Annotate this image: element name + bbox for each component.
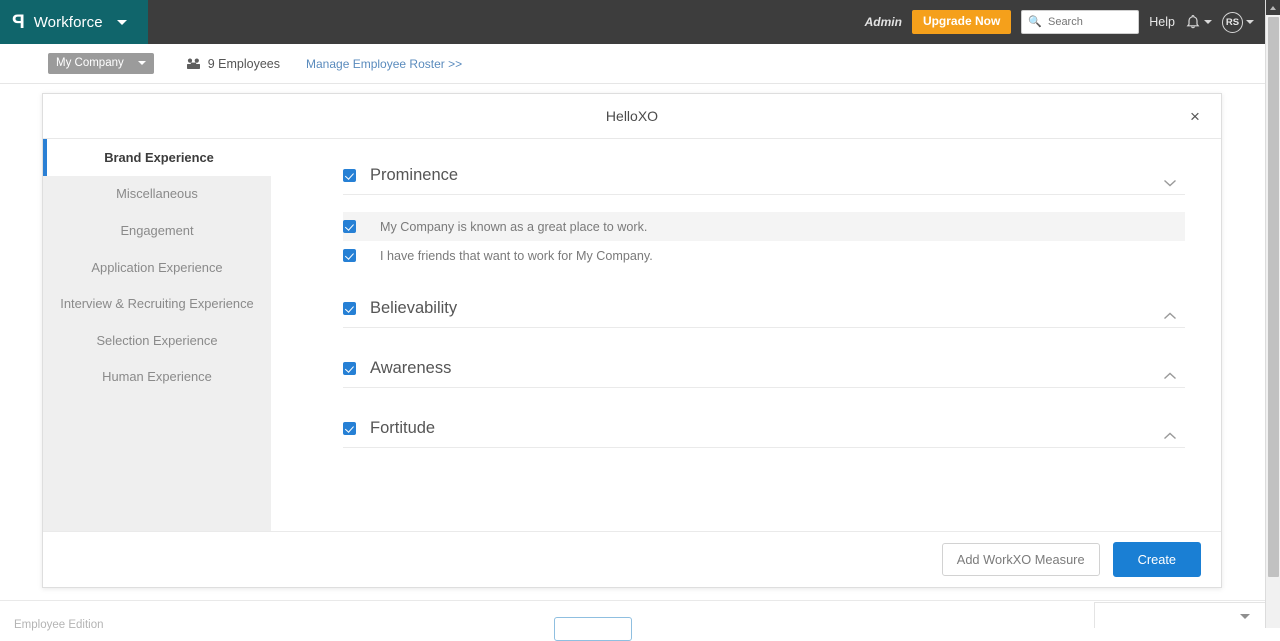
employee-count-label: 9 Employees — [208, 57, 280, 71]
sidebar-item-brand-experience[interactable]: Brand Experience — [43, 139, 271, 176]
measure-item-checkbox[interactable] — [343, 249, 356, 262]
brand-name-label: Workforce — [34, 14, 103, 31]
add-workxo-measure-button[interactable]: Add WorkXO Measure — [942, 543, 1100, 576]
measure-item[interactable]: I have friends that want to work for My … — [343, 241, 1185, 270]
chevron-down-icon — [117, 20, 127, 25]
user-account-menu[interactable]: RS — [1222, 12, 1254, 33]
page-scrollbar[interactable] — [1265, 0, 1280, 628]
modal-sidebar: Brand Experience Miscellaneous Engagemen… — [43, 139, 271, 531]
measure-group-items: My Company is known as a great place to … — [343, 195, 1185, 270]
measure-item-label: I have friends that want to work for My … — [380, 249, 653, 263]
top-nav-right-group: Admin Upgrade Now 🔍 Help RS — [865, 0, 1280, 44]
measure-group-checkbox[interactable] — [343, 362, 356, 375]
measure-group-prominence: Prominence My Company is known as a grea… — [343, 157, 1185, 286]
measure-group-header[interactable]: Awareness — [343, 350, 1185, 388]
sub-navigation-bar: My Company 9 Employees Manage Employee R… — [0, 44, 1280, 84]
measure-list: Prominence My Company is known as a grea… — [271, 139, 1221, 531]
brand-home-link[interactable]: P Workforce — [0, 0, 148, 44]
measure-group-header[interactable]: Fortitude — [343, 410, 1185, 448]
modal-footer: Add WorkXO Measure Create — [43, 531, 1221, 587]
sidebar-item-label: Interview & Recruiting Experience — [60, 296, 253, 311]
modal-body: Brand Experience Miscellaneous Engagemen… — [43, 139, 1221, 531]
sidebar-item-label: Human Experience — [102, 369, 212, 384]
measure-item-checkbox[interactable] — [343, 220, 356, 233]
avatar: RS — [1222, 12, 1243, 33]
chevron-up-icon[interactable] — [1163, 428, 1177, 442]
group-spacer — [343, 328, 1185, 346]
admin-label: Admin — [865, 15, 902, 29]
employees-icon — [186, 58, 201, 70]
chevron-down-icon — [1246, 20, 1254, 24]
measure-group-title: Awareness — [370, 359, 451, 378]
measure-group-checkbox[interactable] — [343, 302, 356, 315]
measure-item-label: My Company is known as a great place to … — [380, 220, 647, 234]
group-spacer — [343, 270, 1185, 286]
notifications-menu[interactable] — [1185, 14, 1212, 31]
chevron-up-icon[interactable] — [1163, 368, 1177, 382]
measure-group-title: Believability — [370, 299, 457, 318]
chevron-up-icon[interactable] — [1163, 308, 1177, 322]
chevron-down-icon[interactable] — [1240, 614, 1250, 619]
helloxo-modal: HelloXO × Brand Experience Miscellaneous… — [42, 93, 1222, 588]
scroll-up-arrow-icon[interactable] — [1266, 0, 1280, 15]
measure-item[interactable]: My Company is known as a great place to … — [343, 212, 1185, 241]
modal-title: HelloXO — [43, 108, 1221, 124]
measure-group-header[interactable]: Prominence — [343, 157, 1185, 195]
manage-employee-roster-link[interactable]: Manage Employee Roster >> — [306, 57, 462, 71]
group-spacer — [343, 388, 1185, 406]
edition-label: Employee Edition — [14, 619, 1234, 631]
bell-icon — [1185, 14, 1201, 31]
chevron-down-icon[interactable] — [1163, 175, 1177, 189]
search-input[interactable] — [1046, 15, 1138, 29]
sidebar-item-miscellaneous[interactable]: Miscellaneous — [43, 176, 271, 213]
measure-group-awareness: Awareness — [343, 350, 1185, 406]
sidebar-item-human-experience[interactable]: Human Experience — [43, 359, 271, 396]
measure-group-fortitude: Fortitude — [343, 410, 1185, 448]
measure-group-title: Prominence — [370, 166, 458, 185]
scrollbar-thumb[interactable] — [1268, 17, 1279, 577]
help-link[interactable]: Help — [1149, 15, 1175, 29]
sidebar-item-application-experience[interactable]: Application Experience — [43, 249, 271, 286]
chevron-down-icon — [1204, 20, 1212, 24]
sidebar-item-label: Brand Experience — [104, 150, 214, 165]
chevron-down-icon — [138, 61, 146, 65]
close-icon[interactable]: × — [1183, 104, 1207, 128]
company-selector[interactable]: My Company — [48, 53, 154, 74]
modal-header: HelloXO × — [43, 94, 1221, 139]
company-selector-label: My Company — [56, 57, 124, 69]
sidebar-item-selection-experience[interactable]: Selection Experience — [43, 322, 271, 359]
search-box[interactable]: 🔍 — [1021, 10, 1139, 34]
create-button[interactable]: Create — [1113, 542, 1201, 577]
search-icon: 🔍 — [1028, 17, 1042, 28]
workforce-logo-icon: P — [13, 13, 25, 32]
sidebar-item-label: Application Experience — [91, 260, 222, 275]
measure-group-checkbox[interactable] — [343, 422, 356, 435]
sidebar-item-label: Selection Experience — [96, 333, 217, 348]
upgrade-now-button[interactable]: Upgrade Now — [912, 10, 1011, 34]
sidebar-item-engagement[interactable]: Engagement — [43, 212, 271, 249]
sidebar-item-label: Miscellaneous — [116, 186, 198, 201]
employee-count: 9 Employees — [186, 57, 280, 71]
measure-group-title: Fortitude — [370, 419, 435, 438]
top-navigation-bar: P Workforce Admin Upgrade Now 🔍 Help RS — [0, 0, 1280, 44]
sidebar-item-interview-recruiting-experience[interactable]: Interview & Recruiting Experience — [43, 285, 271, 322]
measure-group-header[interactable]: Believability — [343, 290, 1185, 328]
measure-group-believability: Believability — [343, 290, 1185, 346]
measure-group-checkbox[interactable] — [343, 169, 356, 182]
sidebar-item-label: Engagement — [120, 223, 193, 238]
